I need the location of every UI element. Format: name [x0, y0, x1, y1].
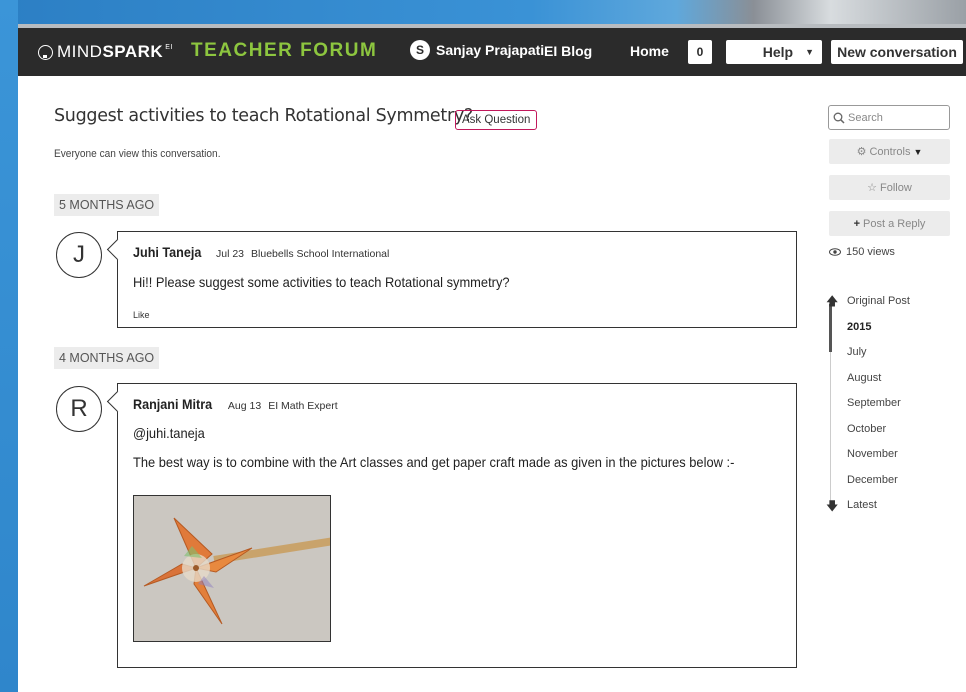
nav-ei-blog[interactable]: EI Blog — [544, 43, 592, 59]
follow-button[interactable]: ☆ Follow — [829, 175, 950, 200]
plus-icon: + — [853, 217, 861, 230]
timeline-latest[interactable]: Latest — [847, 499, 877, 511]
timeline-month[interactable]: November — [847, 448, 898, 460]
visibility-note: Everyone can view this conversation. — [54, 148, 221, 160]
logo-text-bold: SPARK — [102, 42, 164, 61]
post-author[interactable]: Ranjani Mitra — [133, 396, 212, 412]
logo-superscript: EI — [165, 43, 173, 51]
help-label: Help — [762, 44, 794, 60]
post-avatar[interactable]: J — [56, 232, 102, 278]
gear-icon: ⚙ — [856, 146, 867, 158]
post-body: The best way is to combine with the Art … — [133, 454, 735, 470]
caret-down-icon: ▼ — [913, 146, 923, 157]
time-separator: 5 MONTHS AGO — [54, 194, 160, 216]
ask-question-tag[interactable]: Ask Question — [455, 110, 538, 130]
logo-text-light: MIND — [57, 42, 103, 61]
timeline-original-post[interactable]: Original Post — [847, 295, 910, 307]
pinwheel-image — [134, 496, 330, 641]
search-placeholder: Search — [848, 111, 883, 124]
post-date[interactable]: Aug 13 — [228, 400, 261, 412]
search-input[interactable]: Search — [828, 105, 950, 130]
eye-icon — [829, 248, 841, 256]
search-icon — [833, 112, 845, 124]
post-header: Ranjani Mitra Aug 13 EI Math Expert — [133, 396, 338, 412]
post-date[interactable]: Jul 23 — [216, 248, 244, 260]
arrow-down-icon[interactable]: 🡇 — [826, 497, 838, 518]
post-avatar[interactable]: R — [56, 386, 102, 432]
post-body: Hi!! Please suggest some activities to t… — [133, 274, 510, 290]
timeline-scrubber[interactable]: 🡅 Original Post 2015 July August Septemb… — [826, 292, 956, 513]
follow-label: Follow — [880, 181, 912, 194]
arrow-up-icon[interactable]: 🡅 — [826, 292, 838, 313]
help-dropdown[interactable]: Help ▼ — [726, 40, 822, 64]
controls-label: Controls — [869, 145, 911, 158]
mindspark-logo[interactable]: MIND SPARK EI — [38, 42, 173, 62]
conversation-title: Suggest activities to teach Rotational S… — [54, 106, 473, 126]
post-card: Juhi Taneja Jul 23 Bluebells School Inte… — [117, 231, 797, 328]
notification-count[interactable]: 0 — [688, 40, 712, 64]
new-conversation-button[interactable]: New conversation — [831, 40, 963, 64]
user-avatar: S — [410, 40, 430, 60]
user-name: Sanjay Prajapati — [436, 42, 545, 58]
caret-down-icon: ▼ — [805, 47, 814, 57]
star-icon: ☆ — [867, 182, 878, 194]
view-count: 150 views — [829, 246, 895, 258]
controls-dropdown[interactable]: ⚙ Controls ▼ — [829, 139, 950, 164]
forum-title[interactable]: TEACHER FORUM — [191, 40, 377, 62]
timeline-month[interactable]: September — [847, 397, 901, 409]
desktop-background-left — [0, 0, 18, 692]
timeline-month[interactable]: October — [847, 423, 886, 435]
user-menu[interactable]: S Sanjay Prajapati — [410, 40, 544, 60]
post-card: Ranjani Mitra Aug 13 EI Math Expert @juh… — [117, 383, 797, 668]
post-author-school: Bluebells School International — [251, 248, 390, 260]
time-separator: 4 MONTHS AGO — [54, 347, 160, 369]
desktop-background — [0, 0, 966, 26]
post-mention[interactable]: @juhi.taneja — [133, 425, 205, 441]
forum-page: MIND SPARK EI TEACHER FORUM S Sanjay Praja… — [18, 24, 966, 692]
like-button[interactable]: Like — [133, 310, 150, 320]
pinwheel-photo[interactable] — [133, 495, 331, 642]
post-reply-button[interactable]: + Post a Reply — [829, 211, 950, 236]
post-header: Juhi Taneja Jul 23 Bluebells School Inte… — [133, 244, 389, 260]
post-reply-label: Post a Reply — [863, 217, 926, 230]
post-author-role: EI Math Expert — [268, 400, 338, 412]
timeline-month[interactable]: July — [847, 346, 867, 358]
timeline-year[interactable]: 2015 — [847, 321, 871, 333]
timeline-month[interactable]: August — [847, 372, 881, 384]
nav-home[interactable]: Home — [630, 43, 669, 59]
post-author[interactable]: Juhi Taneja — [133, 244, 201, 260]
bulb-icon — [38, 44, 53, 60]
timeline-month[interactable]: December — [847, 474, 898, 486]
top-header: MIND SPARK EI TEACHER FORUM S Sanjay Praja… — [18, 28, 966, 76]
views-text: 150 views — [846, 246, 895, 258]
